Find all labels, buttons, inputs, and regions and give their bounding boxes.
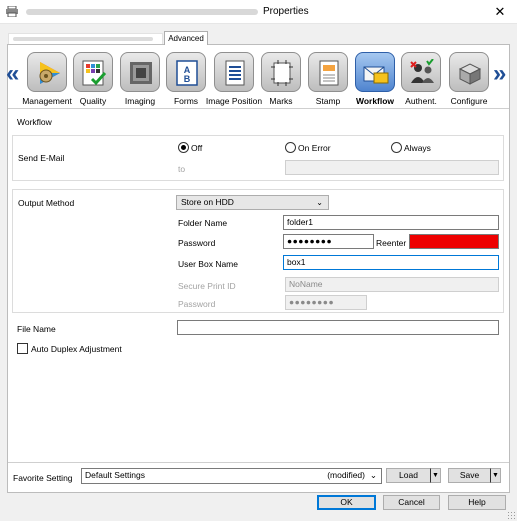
stamp-icon <box>319 60 339 86</box>
configure-icon <box>458 63 482 85</box>
secure-print-id-field[interactable]: NoName <box>285 277 499 292</box>
close-button[interactable]: ✕ <box>483 0 517 24</box>
output-method-value: Store on HDD <box>181 197 234 207</box>
section-title: Workflow <box>17 117 52 127</box>
send-email-on-error-radio[interactable] <box>285 142 296 153</box>
auto-duplex-checkbox[interactable] <box>17 343 28 354</box>
to-label: to <box>178 164 186 174</box>
save-menu-arrow[interactable]: ▼ <box>490 468 501 483</box>
secure-print-id-label: Secure Print ID <box>178 281 236 291</box>
favorite-setting-value: Default Settings <box>85 470 146 480</box>
svg-text:B: B <box>184 74 191 84</box>
output-method-label: Output Method <box>18 198 75 208</box>
secure-password-field[interactable]: ●●●●●●●● <box>285 295 367 310</box>
image-position-icon <box>225 60 245 86</box>
title-bar: Properties ✕ <box>0 0 517 24</box>
tab-general[interactable] <box>8 33 163 44</box>
quality-icon <box>82 60 107 86</box>
cancel-button[interactable]: Cancel <box>383 495 440 510</box>
divider <box>8 108 509 109</box>
reenter-label: Reenter <box>376 238 407 248</box>
ok-button[interactable]: OK <box>317 495 376 510</box>
tab-advanced[interactable]: Advanced <box>164 31 208 45</box>
send-email-always-radio[interactable] <box>391 142 402 153</box>
user-box-name-label: User Box Name <box>178 259 238 269</box>
forms-icon: A B <box>176 60 198 86</box>
favorite-setting-select[interactable]: Default Settings (modified) ⌄ <box>81 468 382 484</box>
divider <box>8 462 509 463</box>
help-button[interactable]: Help <box>448 495 506 510</box>
imaging-icon <box>130 62 152 84</box>
radio-label: On Error <box>298 143 331 153</box>
load-button[interactable]: Load <box>386 468 431 483</box>
password-field[interactable]: ●●●●●●●● <box>283 234 374 249</box>
folder-name-field[interactable]: folder1 <box>283 215 499 230</box>
user-box-name-field[interactable]: box1 <box>283 255 499 270</box>
file-name-field[interactable] <box>177 320 499 335</box>
marks-icon <box>271 60 293 86</box>
radio-label: Off <box>191 143 203 153</box>
email-to-field[interactable] <box>285 160 499 175</box>
next-category-arrow[interactable]: » <box>493 62 506 86</box>
send-email-label: Send E-Mail <box>18 153 65 163</box>
management-icon <box>39 62 60 84</box>
secure-password-label: Password <box>178 299 216 309</box>
save-button[interactable]: Save <box>448 468 491 483</box>
favorite-setting-label: Favorite Setting <box>13 473 73 483</box>
favorite-modified-status: (modified) <box>327 470 365 480</box>
radio-label: Always <box>404 143 431 153</box>
chevron-down-icon: ⌄ <box>316 198 323 207</box>
send-email-off-radio[interactable] <box>178 142 189 153</box>
category-configure[interactable]: Configure <box>446 52 492 106</box>
file-name-label: File Name <box>17 324 56 334</box>
blurred-printer-name <box>26 9 258 15</box>
folder-name-label: Folder Name <box>178 218 228 228</box>
resize-grip[interactable] <box>507 511 515 519</box>
auto-duplex-label: Auto Duplex Adjustment <box>31 344 122 354</box>
load-menu-arrow[interactable]: ▼ <box>430 468 441 483</box>
authentication-icon <box>410 59 434 83</box>
password-label: Password <box>178 238 216 248</box>
chevron-down-icon: ⌄ <box>369 470 377 480</box>
window-title: Properties <box>263 6 309 17</box>
workflow-icon <box>363 66 389 84</box>
category-label: Configure <box>450 96 488 106</box>
output-method-select[interactable]: Store on HDD ⌄ <box>176 195 329 210</box>
reenter-password-field[interactable] <box>409 234 499 249</box>
printer-icon <box>6 6 18 17</box>
prev-category-arrow[interactable]: « <box>6 62 19 86</box>
